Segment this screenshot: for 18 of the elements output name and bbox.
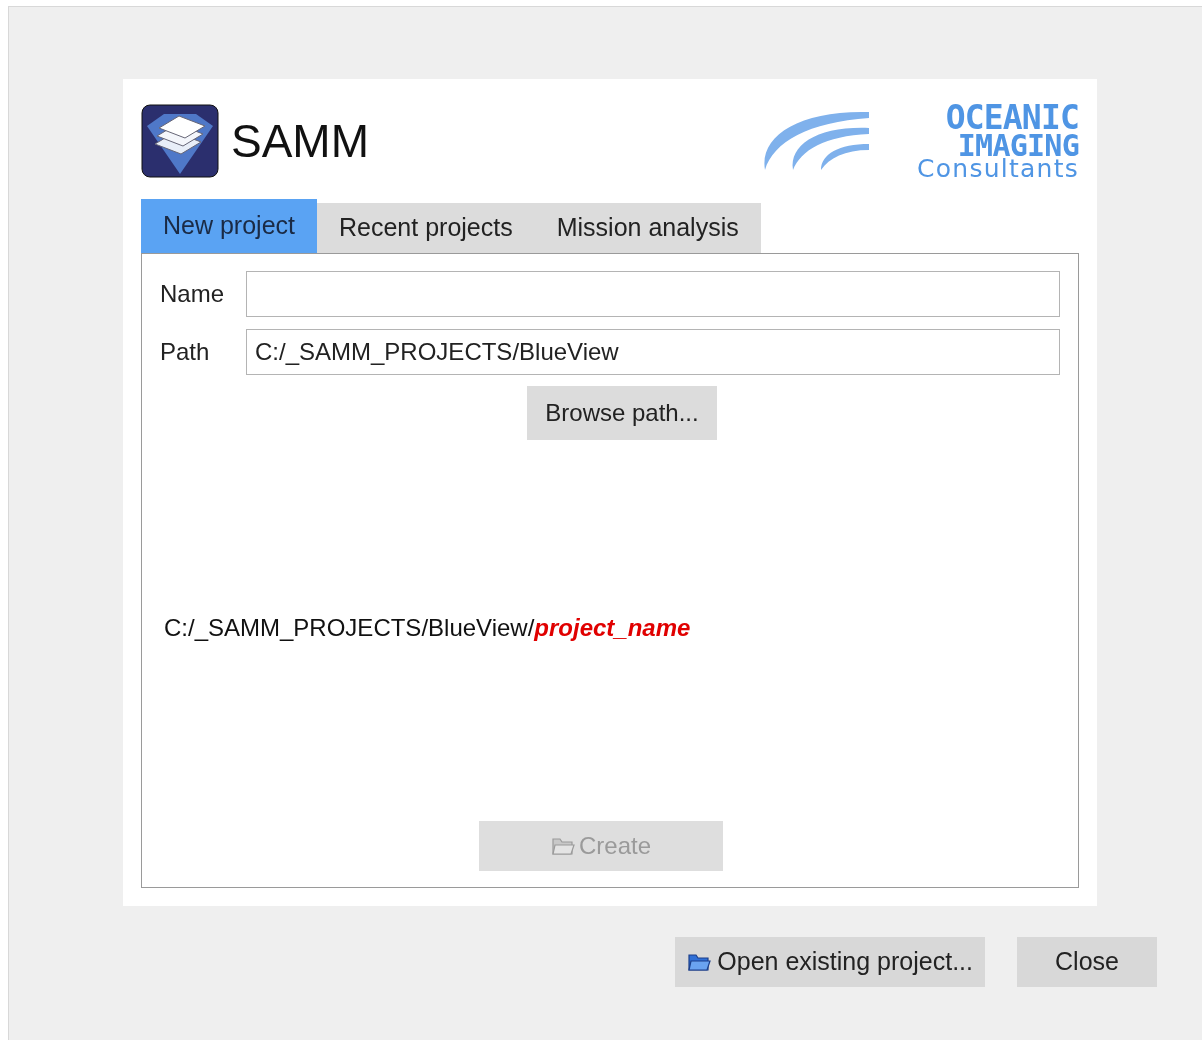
name-label: Name	[160, 279, 226, 309]
folder-icon	[550, 835, 575, 857]
logo-text: IMAGING	[957, 133, 1079, 159]
path-field[interactable]: C:/_SAMM_PROJECTS/BlueView	[246, 329, 1060, 375]
tab[interactable]: Recent projects	[317, 203, 535, 253]
close-button[interactable]: Close	[1017, 937, 1157, 987]
folder-icon	[687, 951, 712, 973]
path-preview: C:/_SAMM_PROJECTS/BlueView/project_name	[163, 613, 692, 643]
browse-path-button[interactable]: Browse path...	[527, 386, 717, 440]
logo-text: OCEANIC	[945, 103, 1079, 133]
path-label: Path	[160, 337, 211, 367]
app-title: SAMM	[231, 118, 369, 164]
tab[interactable]: Mission analysis	[534, 203, 761, 253]
logo-text: Consultants	[917, 159, 1079, 179]
open-project-button[interactable]: Open existing project...	[675, 937, 985, 987]
tab[interactable]: New project	[141, 199, 317, 253]
app-logo-icon	[141, 104, 219, 178]
name-field[interactable]	[246, 271, 1060, 317]
